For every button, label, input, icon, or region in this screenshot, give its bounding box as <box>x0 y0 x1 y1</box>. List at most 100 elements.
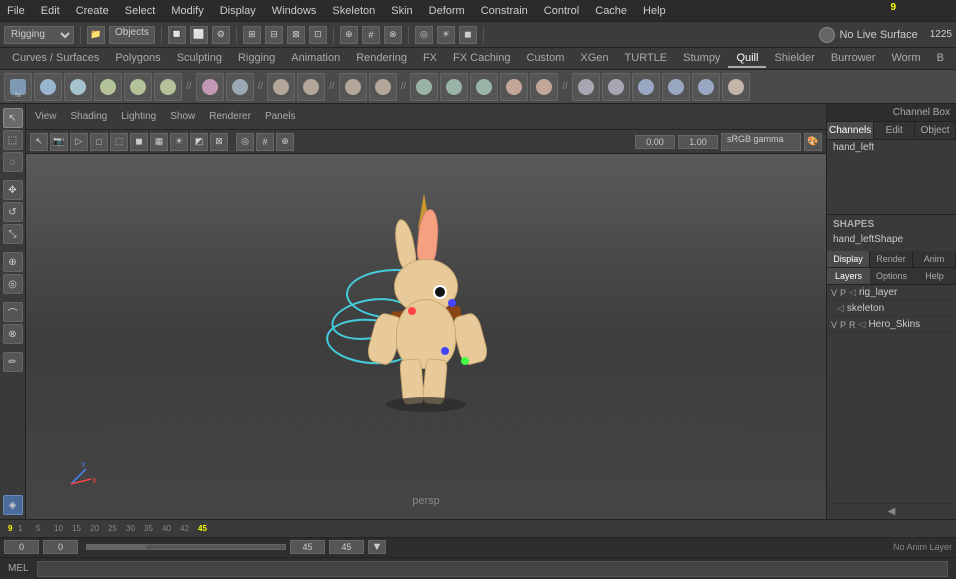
menu-windows[interactable]: Windows <box>269 5 320 17</box>
shelf-icon-studio-l[interactable] <box>572 73 600 101</box>
shelf-tab-fx[interactable]: FX <box>415 50 445 68</box>
vp-menu-renderer[interactable]: Renderer <box>204 111 256 122</box>
vp-shadow-btn[interactable]: ◩ <box>190 133 208 151</box>
shelf-icon-ears[interactable] <box>500 73 528 101</box>
shelf-tab-stumpy[interactable]: Stumpy <box>675 50 728 68</box>
color-space-btn[interactable]: sRGB gamma <box>721 133 801 151</box>
shelf-tab-burrower[interactable]: Burrower <box>823 50 884 68</box>
snap2-icon[interactable]: ⊟ <box>265 26 283 44</box>
menu-skin[interactable]: Skin <box>388 5 415 17</box>
menu-help[interactable]: Help <box>640 5 669 17</box>
menu-create[interactable]: Create <box>73 5 112 17</box>
timeline-range-end[interactable] <box>290 540 325 554</box>
layer-p-rig[interactable]: P <box>840 288 846 298</box>
shelf-icon-select-rl[interactable] <box>34 73 62 101</box>
shelf-icon-export[interactable] <box>722 73 750 101</box>
panel-sub-tab-display[interactable]: Display <box>827 251 870 267</box>
transform-handle-blue2[interactable] <box>448 299 456 307</box>
lasso-tool[interactable]: ◌ <box>3 152 23 172</box>
render-icon[interactable]: 🔲 <box>168 26 186 44</box>
soft-mod-tool[interactable]: ⊕ <box>3 252 23 272</box>
shelf-icon-reset-rl[interactable] <box>369 73 397 101</box>
shelf-tab-xgen[interactable]: XGen <box>572 50 616 68</box>
transform-handle-blue[interactable] <box>441 347 449 355</box>
grid-icon[interactable]: # <box>362 26 380 44</box>
shelf-icon-fk-rhar[interactable] <box>339 73 367 101</box>
vp-menu-view[interactable]: View <box>30 111 62 122</box>
objects-button[interactable]: Objects <box>109 26 155 44</box>
vp-menu-show[interactable]: Show <box>165 111 200 122</box>
shelf-tab-rendering[interactable]: Rendering <box>348 50 415 68</box>
menu-modify[interactable]: Modify <box>168 5 206 17</box>
vp-render-btn[interactable]: ▷ <box>70 133 88 151</box>
vp-render2-btn[interactable]: □ <box>90 133 108 151</box>
vp-light-btn[interactable]: ☀ <box>170 133 188 151</box>
shelf-icon-rig-quill[interactable] <box>196 73 224 101</box>
vp-cam-btn[interactable]: 📷 <box>50 133 68 151</box>
shelf-icon-fk-lhar[interactable] <box>267 73 295 101</box>
vp-scale-input[interactable] <box>678 135 718 149</box>
folder-icon[interactable]: 📁 <box>87 26 105 44</box>
paint-tool[interactable]: ✏ <box>3 352 23 372</box>
tool1-icon[interactable]: ⊗ <box>384 26 402 44</box>
shelf-icon-fingers2[interactable] <box>124 73 152 101</box>
select-tool[interactable]: ↖ <box>3 108 23 128</box>
vp-shaded-btn[interactable]: ◼ <box>130 133 148 151</box>
move-tool[interactable]: ✥ <box>3 180 23 200</box>
panel-row-tab-help[interactable]: Help <box>913 268 956 284</box>
timeline-range[interactable] <box>86 544 286 550</box>
shelf-tab-polygons[interactable]: Polygons <box>107 50 168 68</box>
shelf-icon-sel-wfp[interactable] <box>64 73 92 101</box>
menu-display[interactable]: Display <box>217 5 259 17</box>
shelf-tab-shielder[interactable]: Shielder <box>766 50 822 68</box>
shelf-icon-heel-rol[interactable] <box>470 73 498 101</box>
timeline-ruler[interactable]: 9 1 5 10 15 20 25 30 35 40 42 45 9 <box>0 520 956 538</box>
scale-tool[interactable]: ⤡ <box>3 224 23 244</box>
camera-icon[interactable]: ◎ <box>415 26 433 44</box>
layer-v-hero[interactable]: V <box>831 320 837 330</box>
panel-sub-tab-render[interactable]: Render <box>870 251 913 267</box>
panel-tab-edit[interactable]: Edit <box>874 122 915 139</box>
menu-select[interactable]: Select <box>122 5 159 17</box>
vp-isolate-btn[interactable]: ◎ <box>236 133 254 151</box>
shelf-icon-phy2[interactable] <box>662 73 690 101</box>
vp-xray-btn[interactable]: ⊠ <box>210 133 228 151</box>
timeline-end[interactable] <box>329 540 364 554</box>
shelf-icon-fingers[interactable] <box>94 73 122 101</box>
shelf-tab-rigging[interactable]: Rigging <box>230 50 283 68</box>
panel-tab-object[interactable]: Object <box>915 122 956 139</box>
transform-handle-red[interactable] <box>408 307 416 315</box>
shelf-icon-phyloo[interactable] <box>692 73 720 101</box>
menu-edit[interactable]: Edit <box>38 5 63 17</box>
snap4-icon[interactable]: ⊡ <box>309 26 327 44</box>
menu-file[interactable]: File <box>4 5 28 17</box>
shelf-icon-reset-ll[interactable] <box>297 73 325 101</box>
shelf-icon-phy1[interactable] <box>632 73 660 101</box>
timeline-expand-btn[interactable]: ▼ <box>368 540 386 554</box>
snap3-icon[interactable]: ⊠ <box>287 26 305 44</box>
shelf-icon-mr-klee[interactable] <box>602 73 630 101</box>
material-icon[interactable]: ◼ <box>459 26 477 44</box>
mel-input[interactable] <box>37 561 948 577</box>
ep-tool[interactable]: ⊗ <box>3 324 23 344</box>
layer-r-hero[interactable]: R <box>849 320 856 330</box>
snap1-icon[interactable]: ⊞ <box>243 26 261 44</box>
paint-select-tool[interactable]: ⬚ <box>3 130 23 150</box>
panel-row-tab-layers[interactable]: Layers <box>827 268 870 284</box>
menu-cache[interactable]: Cache <box>592 5 630 17</box>
panel-sub-tab-anim[interactable]: Anim <box>913 251 956 267</box>
shelf-tab-fxcaching[interactable]: FX Caching <box>445 50 518 68</box>
character-rig[interactable] <box>366 249 486 409</box>
curve-tool[interactable]: ⌒ <box>3 302 23 322</box>
layer-v-rig[interactable]: V <box>831 288 837 298</box>
magnet-icon[interactable]: ⊕ <box>340 26 358 44</box>
menu-constrain[interactable]: Constrain <box>478 5 531 17</box>
layer-p-hero[interactable]: P <box>840 320 846 330</box>
panel-tab-channels[interactable]: Channels <box>827 122 874 139</box>
vp-menu-panels[interactable]: Panels <box>260 111 301 122</box>
shelf-icon-earsold[interactable] <box>530 73 558 101</box>
shelf-tab-turtle[interactable]: TURTLE <box>617 50 676 68</box>
shelf-icon-trans-tr[interactable] <box>440 73 468 101</box>
layer-name-rig[interactable]: rig_layer <box>859 287 952 298</box>
menu-skeleton[interactable]: Skeleton <box>329 5 378 17</box>
